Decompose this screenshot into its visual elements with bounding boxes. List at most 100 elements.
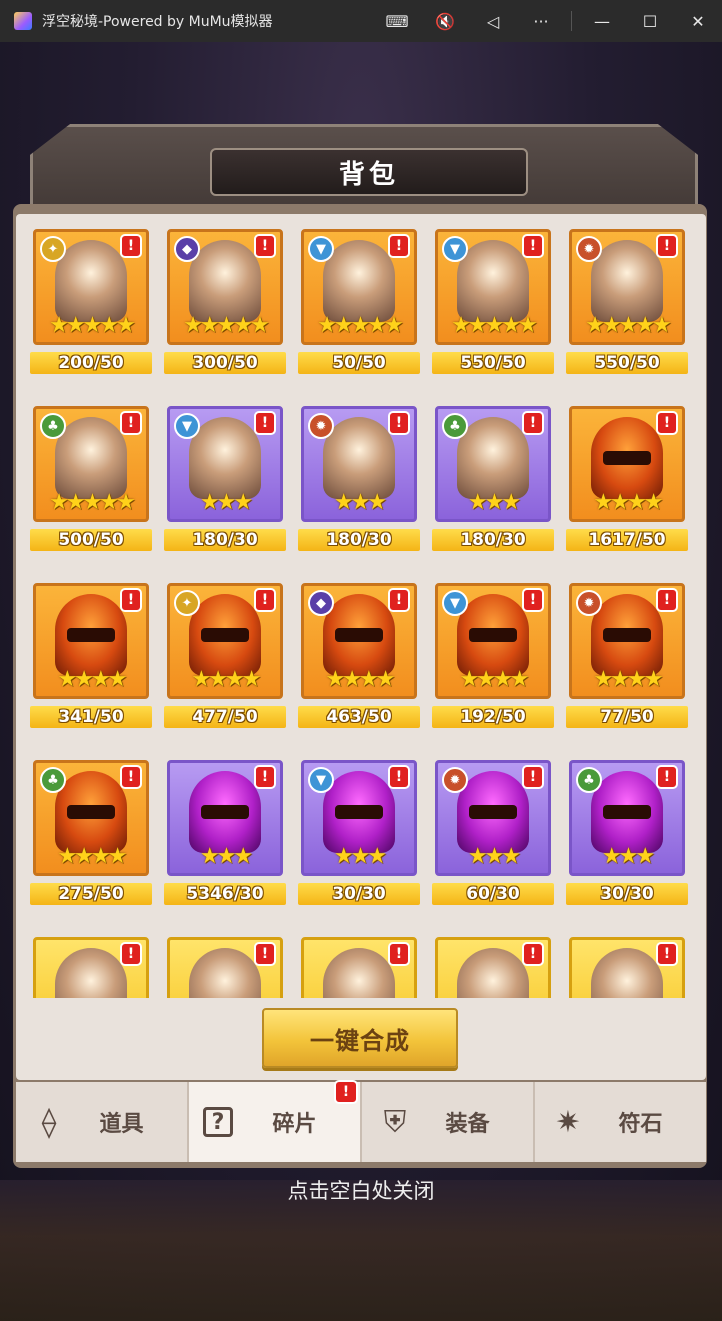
star-rating: ★★★ (467, 490, 521, 515)
shard-card: ▼! ★★★★★ (435, 229, 551, 345)
one-click-compose-button[interactable]: 一键合成 (262, 1008, 458, 1068)
shard-item[interactable]: ! ★★★★ 341/50 (30, 580, 152, 737)
shard-card: ♣! ★★★★ (33, 760, 149, 876)
alert-badge: ! (388, 765, 410, 789)
shard-card: ! ★★★ (167, 760, 283, 876)
alert-badge: ! (254, 234, 276, 258)
more-icon[interactable]: ··· (517, 0, 565, 42)
faction-fire-icon: ✹ (576, 236, 602, 262)
faction-water-icon: ▼ (442, 590, 468, 616)
star-rating: ★★★ (333, 844, 387, 869)
panel-title: 背包 (338, 159, 399, 190)
minimize-button[interactable]: — (578, 0, 626, 42)
shard-item[interactable]: ! (164, 934, 286, 998)
rune-icon: ✷ (555, 1104, 581, 1140)
shard-card: ✹! ★★★ (301, 406, 417, 522)
tab-items[interactable]: ⟠ 道具 (16, 1082, 189, 1162)
shard-item[interactable]: ▼! ★★★★★ 550/50 (432, 226, 554, 383)
alert-badge: ! (656, 942, 678, 966)
shard-item[interactable]: ♣! ★★★ 30/30 (566, 757, 688, 914)
shard-count: 50/50 (298, 352, 420, 374)
alert-badge: ! (656, 588, 678, 612)
star-rating: ★★★★★ (183, 313, 270, 338)
star-rating: ★★★★ (57, 844, 128, 869)
shard-item[interactable]: ✹! ★★★ 60/30 (432, 757, 554, 914)
shard-item[interactable]: ♣! ★★★★★ 500/50 (30, 403, 152, 560)
alert-badge: ! (388, 411, 410, 435)
faction-water-icon: ▼ (308, 767, 334, 793)
shard-card: ✦! ★★★★★ (33, 229, 149, 345)
shard-item[interactable]: ✹! ★★★ 180/30 (298, 403, 420, 560)
shard-item[interactable]: ! (298, 934, 420, 998)
star-rating: ★★★★ (593, 667, 664, 692)
shard-card: ! (301, 937, 417, 998)
close-button[interactable]: ✕ (674, 0, 722, 42)
hero-portrait (55, 240, 127, 322)
shard-count: 180/30 (432, 529, 554, 551)
faction-water-icon: ▼ (308, 236, 334, 262)
shard-item[interactable]: ◆! ★★★★ 463/50 (298, 580, 420, 737)
hero-portrait (55, 948, 127, 998)
star-rating: ★★★★ (191, 667, 262, 692)
shard-item[interactable]: ✹! ★★★★★ 550/50 (566, 226, 688, 383)
shard-item[interactable]: ▼! ★★★★★ 50/50 (298, 226, 420, 383)
shard-card: ▼! ★★★★★ (301, 229, 417, 345)
shard-item[interactable]: ! (30, 934, 152, 998)
keyboard-icon[interactable]: ⌨ (373, 0, 421, 42)
shard-item[interactable]: ▼! ★★★ 180/30 (164, 403, 286, 560)
star-rating: ★★★★ (593, 490, 664, 515)
helmet-visor (469, 628, 517, 642)
shard-item[interactable]: ! ★★★★ 1617/50 (566, 403, 688, 560)
window-title: 浮空秘境-Powered by MuMu模拟器 (42, 14, 273, 30)
faction-dark-icon: ◆ (174, 236, 200, 262)
star-rating: ★★★★ (325, 667, 396, 692)
alert-badge: ! (120, 234, 142, 258)
maximize-button[interactable]: ☐ (626, 0, 674, 42)
alert-badge: ! (388, 234, 410, 258)
shard-count: 477/50 (164, 706, 286, 728)
helmet-shard-icon (457, 594, 529, 676)
shard-card: ◆! ★★★★★ (167, 229, 283, 345)
close-hint[interactable]: 点击空白处关闭 (0, 1175, 722, 1205)
helmet-shard-icon (591, 594, 663, 676)
tab-equipment[interactable]: ⛨ 装备 (362, 1082, 535, 1162)
shard-count: 550/50 (432, 352, 554, 374)
shard-item[interactable]: ! ★★★ 5346/30 (164, 757, 286, 914)
tab-label: 碎片 (272, 1112, 317, 1137)
alert-badge: ! (120, 765, 142, 789)
shard-item[interactable]: ✦! ★★★★ 477/50 (164, 580, 286, 737)
hero-portrait (591, 948, 663, 998)
shard-item[interactable]: ! (432, 934, 554, 998)
hero-portrait (323, 240, 395, 322)
faction-water-icon: ▼ (442, 236, 468, 262)
tab-runes[interactable]: ✷ 符石 (535, 1082, 706, 1162)
helmet-visor (335, 805, 383, 819)
shard-count: 192/50 (432, 706, 554, 728)
alert-badge: ! (254, 411, 276, 435)
shard-card: ✹! ★★★ (435, 760, 551, 876)
shard-item[interactable]: ▼! ★★★★ 192/50 (432, 580, 554, 737)
hero-portrait (323, 948, 395, 998)
helmet-visor (603, 628, 651, 642)
helmet-visor (201, 628, 249, 642)
shard-item[interactable]: ✹! ★★★★ 77/50 (566, 580, 688, 737)
shard-grid-viewport[interactable]: ✦! ★★★★★ 200/50 ◆! ★★★★★ 300/50 ▼! ★★★★★ 50/50 ▼!… (16, 214, 706, 998)
tab-label: 装备 (445, 1112, 490, 1137)
faction-water-icon: ▼ (174, 413, 200, 439)
back-icon[interactable]: ◁ (469, 0, 517, 42)
hero-portrait (55, 417, 127, 499)
panel-title-plate: 背包 (210, 148, 528, 196)
shard-item[interactable]: ◆! ★★★★★ 300/50 (164, 226, 286, 383)
shard-item[interactable]: ♣! ★★★ 180/30 (432, 403, 554, 560)
shard-item[interactable]: ! (566, 934, 688, 998)
alert-badge: ! (388, 588, 410, 612)
tab-shards[interactable]: ? 碎片! (189, 1080, 362, 1162)
shard-count: 5346/30 (164, 883, 286, 905)
faction-light-icon: ✦ (174, 590, 200, 616)
shard-item[interactable]: ♣! ★★★★ 275/50 (30, 757, 152, 914)
shard-item[interactable]: ▼! ★★★ 30/30 (298, 757, 420, 914)
titlebar-divider (571, 11, 572, 31)
mute-icon[interactable]: 🔇 (421, 0, 469, 42)
shard-item[interactable]: ✦! ★★★★★ 200/50 (30, 226, 152, 383)
helmet-shard-icon (189, 771, 261, 853)
